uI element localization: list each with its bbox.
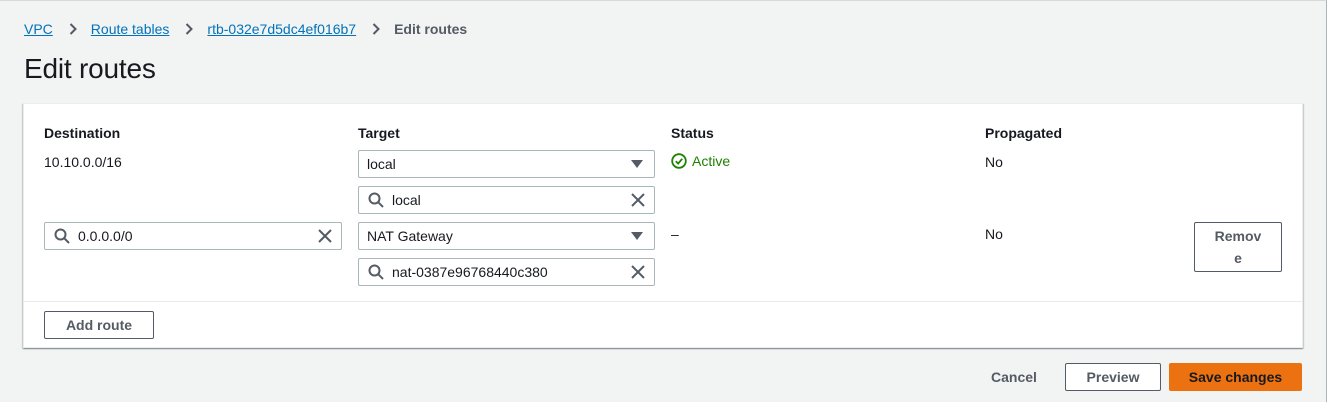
add-route-button[interactable]: Add route: [44, 311, 154, 339]
cancel-button[interactable]: Cancel: [978, 363, 1050, 391]
target-type-select[interactable]: NAT Gateway: [358, 222, 655, 250]
propagated-value: No: [985, 226, 1003, 242]
breadcrumb-route-table-id-link[interactable]: rtb-032e7d5dc4ef016b7: [207, 21, 356, 37]
target-type-value: local: [367, 156, 396, 172]
search-icon: [368, 192, 384, 208]
close-icon[interactable]: [317, 228, 333, 244]
chevron-right-icon: [185, 23, 194, 35]
propagated-column-header: Propagated: [985, 125, 1063, 141]
status-text: –: [671, 226, 679, 242]
routes-editor-card: Destination Target Status Propagated 10.…: [23, 103, 1303, 348]
route-destination-text: 10.10.0.0/16: [44, 154, 122, 170]
preview-button[interactable]: Preview: [1065, 363, 1161, 391]
caret-down-icon: [631, 160, 643, 168]
close-icon[interactable]: [630, 264, 646, 280]
target-search-input[interactable]: local: [358, 186, 655, 214]
breadcrumb-route-tables-link[interactable]: Route tables: [91, 21, 170, 37]
breadcrumb: VPC Route tables rtb-032e7d5dc4ef016b7 E…: [24, 20, 467, 38]
target-search-value: nat-0387e96768440c380: [392, 264, 548, 280]
chevron-right-icon: [69, 23, 77, 35]
caret-down-icon: [631, 232, 643, 240]
target-type-select[interactable]: local: [358, 150, 655, 178]
check-circle-icon: [671, 153, 687, 169]
breadcrumb-vpc-link[interactable]: VPC: [24, 21, 53, 37]
target-search-value: local: [392, 192, 421, 208]
destination-input[interactable]: 0.0.0.0/0: [44, 222, 342, 250]
page-title: Edit routes: [24, 53, 156, 84]
status-badge: Active: [671, 153, 730, 169]
target-column-header: Target: [358, 125, 400, 141]
target-type-value: NAT Gateway: [367, 228, 453, 244]
remove-route-button[interactable]: Remove: [1194, 222, 1282, 272]
propagated-value: No: [985, 154, 1003, 170]
target-search-input[interactable]: nat-0387e96768440c380: [358, 258, 655, 286]
breadcrumb-current: Edit routes: [394, 21, 468, 37]
save-changes-button[interactable]: Save changes: [1169, 363, 1302, 391]
search-icon: [54, 228, 70, 244]
destination-column-header: Destination: [44, 125, 121, 141]
divider: [24, 301, 1302, 302]
status-text: Active: [692, 153, 731, 169]
destination-input-value: 0.0.0.0/0: [78, 228, 133, 244]
search-icon: [368, 264, 384, 280]
status-column-header: Status: [671, 125, 714, 141]
close-icon[interactable]: [630, 192, 646, 208]
chevron-right-icon: [372, 23, 381, 35]
